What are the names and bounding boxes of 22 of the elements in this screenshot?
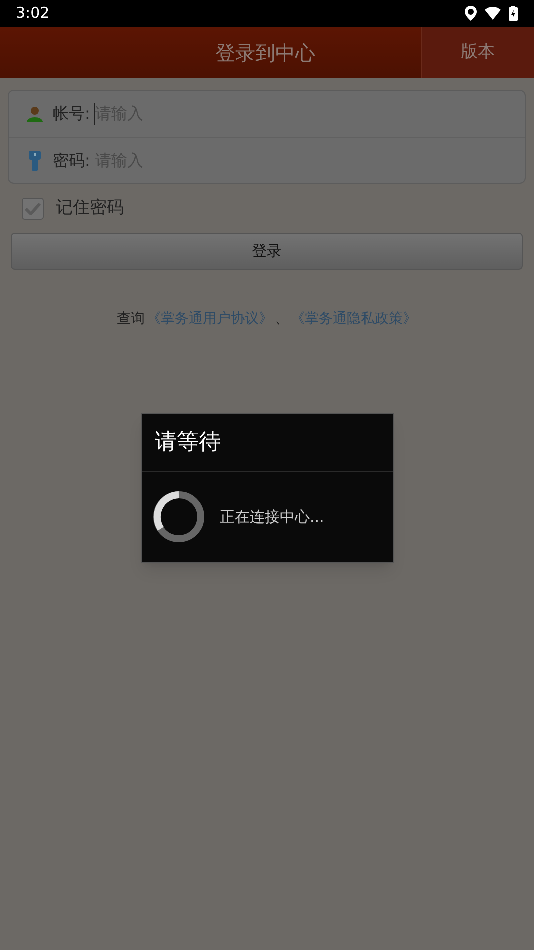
dialog-title: 请等待 — [155, 429, 221, 457]
person-icon — [26, 105, 44, 123]
separator: 、 — [275, 310, 289, 328]
battery-icon — [509, 6, 518, 21]
location-icon — [465, 6, 477, 21]
wifi-icon — [485, 7, 501, 20]
text-cursor — [94, 103, 96, 125]
key-icon — [29, 150, 41, 170]
spinner-icon — [153, 491, 205, 543]
dialog-message: 正在连接中心... — [220, 506, 324, 528]
field-label: 密码: — [53, 150, 90, 172]
checkbox-label: 记住密码 — [56, 197, 124, 220]
agreement-prefix: 查询 — [117, 310, 145, 328]
login-button[interactable]: 登录 — [11, 232, 523, 270]
agreement-link[interactable]: 《掌务通用户协议》 — [147, 308, 273, 330]
field-label: 帐号: — [53, 103, 90, 125]
agreement-link[interactable]: 《掌务通隐私政策》 — [291, 308, 417, 330]
checkbox[interactable] — [22, 198, 44, 220]
status-time: 3:02 — [16, 3, 50, 24]
version-button[interactable]: 版本 — [421, 27, 534, 78]
page-title: 登录到中心 — [216, 40, 316, 66]
check-icon — [25, 202, 41, 215]
